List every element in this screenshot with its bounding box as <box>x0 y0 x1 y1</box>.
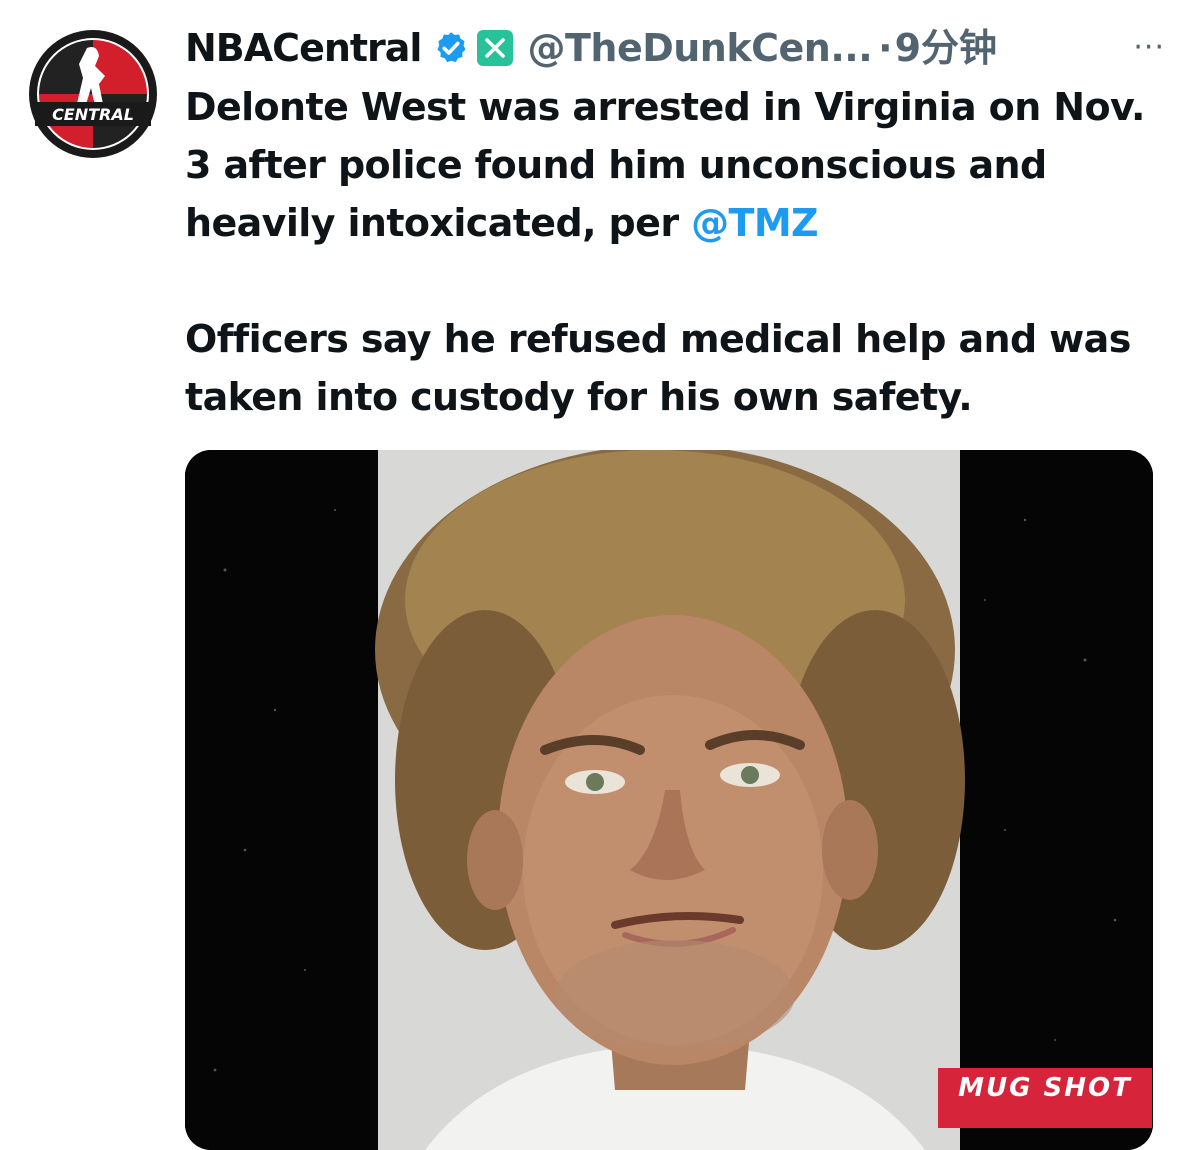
mention-link[interactable]: @TMZ <box>691 201 818 245</box>
tweet-paragraph-2: Officers say he refused medical help and… <box>185 317 1131 419</box>
avatar-text: CENTRAL <box>52 105 134 124</box>
x-logo-icon <box>477 30 514 66</box>
separator-dot: · <box>878 26 893 70</box>
tweet-time[interactable]: 9分钟 <box>895 20 997 76</box>
mug-shot-label: MUG SHOT <box>938 1068 1152 1128</box>
user-handle[interactable]: @TheDunkCen... <box>527 20 872 76</box>
profile-avatar[interactable]: CENTRAL <box>27 28 159 160</box>
more-options-icon[interactable]: ··· <box>1133 20 1165 76</box>
nba-central-logo-icon: CENTRAL <box>29 30 157 158</box>
tweet-header: NBACentral @TheDunkCen... · 9分钟 ··· <box>185 20 1165 76</box>
display-name[interactable]: NBACentral <box>185 20 422 76</box>
tweet-paragraph-1: Delonte West was arrested in Virginia on… <box>185 78 1145 252</box>
tweet-text: Delonte West was arrested in Virginia on… <box>185 78 1145 426</box>
verified-badge-icon <box>437 32 467 63</box>
tweet-paragraph-1-text: Delonte West was arrested in Virginia on… <box>185 85 1145 245</box>
mug-shot-photo <box>185 450 1153 1150</box>
tweet-media[interactable] <box>185 450 1153 1150</box>
